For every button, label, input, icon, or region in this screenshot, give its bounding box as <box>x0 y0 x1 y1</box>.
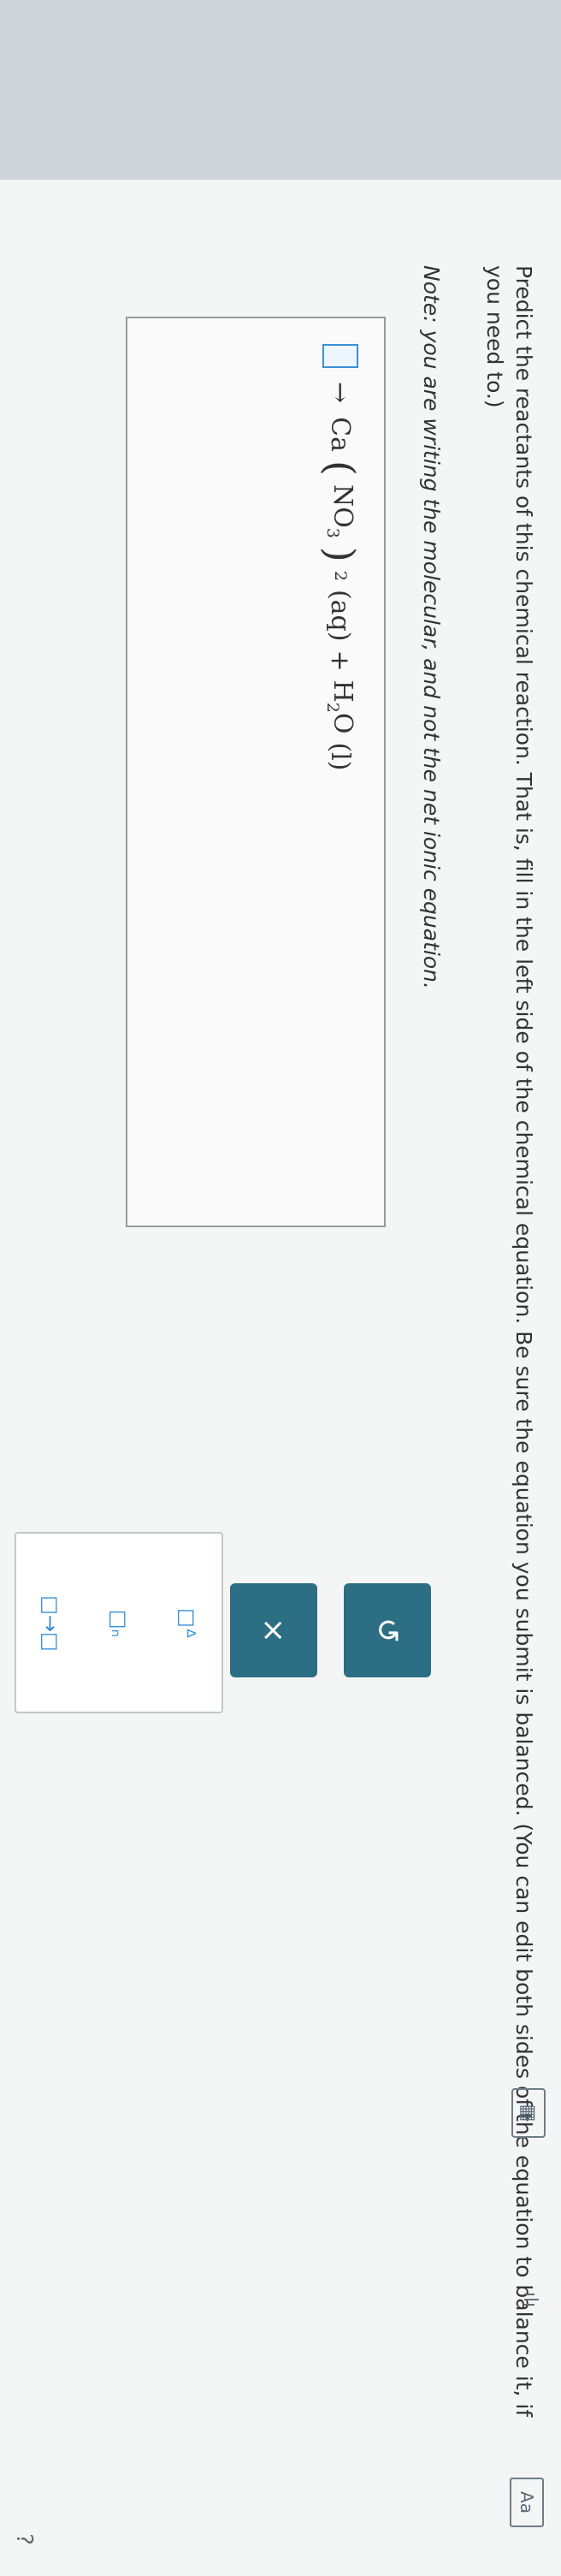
nitrate-o-subscript: 3 <box>323 527 342 538</box>
question-page: Predict the reactants of this chemical r… <box>0 0 561 2576</box>
equation-toolbar: □ᐞ □ₙ □→□ <box>15 1532 223 1713</box>
water-h: H <box>328 680 357 703</box>
state-liquid: (l) <box>325 742 356 771</box>
chemical-equation: → Ca ( NO3 ) 2 (aq) + H2O (l) <box>317 344 363 771</box>
reaction-arrow: → <box>325 382 356 404</box>
calcium-symbol: Ca <box>325 417 356 452</box>
subscript-tool-button[interactable]: □ₙ <box>93 1568 145 1679</box>
superscript-tool-button[interactable]: □ᐞ <box>162 1568 213 1679</box>
help-icon[interactable]: ? <box>9 2516 39 2562</box>
top-band <box>0 0 561 180</box>
water-h-subscript: 2 <box>323 702 342 713</box>
reactant-input-slot[interactable] <box>322 344 358 368</box>
note-label: Note: <box>419 265 444 323</box>
equation-answer-box[interactable]: → Ca ( NO3 ) 2 (aq) + H2O (l) <box>126 317 386 1227</box>
water-o: O <box>328 712 357 734</box>
nitrate-group: NO <box>328 484 357 528</box>
note-text: you are writing the molecular, and not t… <box>419 329 444 989</box>
text-size-icon[interactable]: Aa <box>510 2478 544 2527</box>
nitrate-formula: NO3 <box>323 484 357 538</box>
nitrate-count-subscript: 2 <box>331 570 350 581</box>
state-aqueous: (aq) <box>325 589 356 642</box>
periodic-table-icon[interactable]: ▦ <box>511 2088 546 2138</box>
clear-button[interactable]: × <box>230 1583 317 1677</box>
undo-button[interactable]: ↺ <box>344 1583 431 1677</box>
open-paren: ( <box>317 460 363 476</box>
water-formula: H2O <box>323 680 357 734</box>
close-paren: ) <box>317 546 363 562</box>
arrow-tool-button[interactable]: □→□ <box>25 1568 76 1679</box>
chart-tool-icon[interactable]: ılı <box>515 2276 546 2323</box>
plus-sign: + <box>325 650 356 672</box>
question-note: Note: you are writing the molecular, and… <box>416 265 446 989</box>
